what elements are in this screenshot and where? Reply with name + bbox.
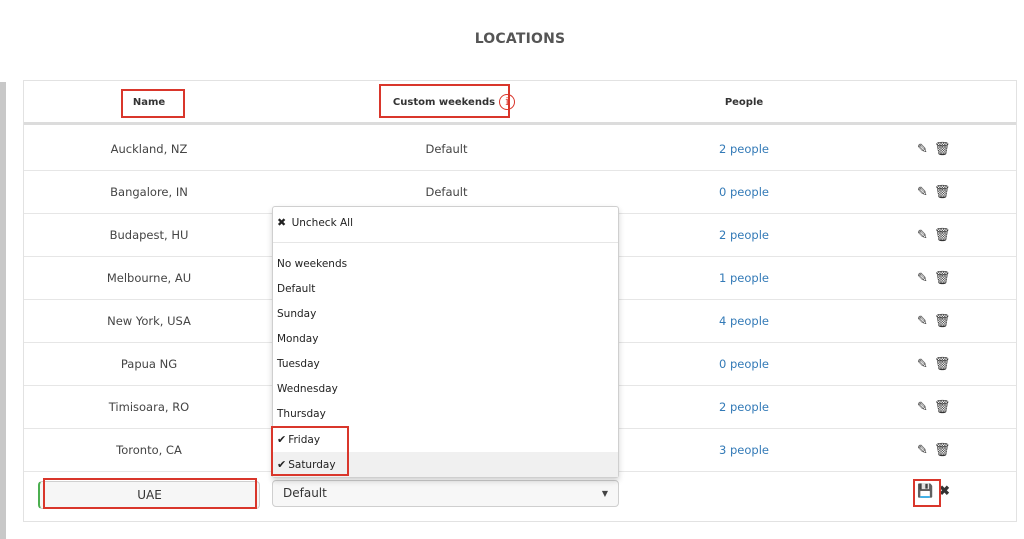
pencil-icon[interactable]: ✎ xyxy=(917,344,928,386)
location-name: Toronto, CA xyxy=(116,443,182,457)
row-actions: ✎ 🗑 xyxy=(917,128,957,170)
dropdown-option-label: Saturday xyxy=(288,459,336,471)
location-name: Auckland, NZ xyxy=(110,142,188,156)
column-header-people[interactable]: People xyxy=(714,81,774,125)
custom-weekends-select[interactable]: Default ▼ xyxy=(272,480,619,507)
people-link[interactable]: 2 people xyxy=(664,128,824,170)
people-link[interactable]: 4 people xyxy=(664,300,824,342)
uncheck-all-label: Uncheck All xyxy=(291,217,353,229)
column-header-name[interactable]: Name xyxy=(124,81,174,125)
dropdown-option-checked[interactable]: ✔ Friday xyxy=(273,427,618,452)
pencil-icon[interactable]: ✎ xyxy=(917,301,928,343)
location-name: New York, USA xyxy=(107,314,191,328)
dropdown-option-label: Friday xyxy=(288,434,321,446)
row-actions: ✎ 🗑 xyxy=(917,257,957,299)
pencil-icon[interactable]: ✎ xyxy=(917,215,928,257)
people-link[interactable]: 2 people xyxy=(664,386,824,428)
dropdown-option[interactable]: Default xyxy=(273,277,618,302)
people-link[interactable]: 3 people xyxy=(664,429,824,471)
trash-icon[interactable]: 🗑 xyxy=(934,258,951,300)
location-name-input[interactable]: UAE xyxy=(38,481,260,509)
people-link[interactable]: 0 people xyxy=(664,343,824,385)
close-icon[interactable]: ✖ xyxy=(939,483,950,499)
row-actions: ✎ 🗑 xyxy=(917,171,957,213)
dropdown-option[interactable]: Thursday xyxy=(273,402,618,427)
trash-icon[interactable]: 🗑 xyxy=(934,387,951,429)
trash-icon[interactable]: 🗑 xyxy=(934,430,951,472)
trash-icon[interactable]: 🗑 xyxy=(934,301,951,343)
dropdown-divider xyxy=(273,242,618,243)
pencil-icon[interactable]: ✎ xyxy=(917,172,928,214)
checkmark-icon: ✔ xyxy=(277,458,287,471)
custom-weekends-select-value: Default xyxy=(283,486,327,500)
pencil-icon[interactable]: ✎ xyxy=(917,129,928,171)
row-actions: ✎ 🗑 xyxy=(917,214,957,256)
dropdown-option[interactable]: No weekends xyxy=(273,252,618,277)
location-name: Papua NG xyxy=(120,357,178,371)
table-row: Auckland, NZ Default 2 people ✎ 🗑 xyxy=(24,128,1016,171)
people-link[interactable]: 2 people xyxy=(664,214,824,256)
column-header-custom-weekends-label: Custom weekends xyxy=(392,97,496,108)
page-title: LOCATIONS xyxy=(474,31,566,47)
trash-icon[interactable]: 🗑 xyxy=(934,129,951,171)
info-icon[interactable]: i xyxy=(499,94,516,110)
location-name: Melbourne, AU xyxy=(106,271,192,285)
trash-icon[interactable]: 🗑 xyxy=(934,172,951,214)
column-header-custom-weekends[interactable]: Custom weekends i xyxy=(384,81,524,125)
row-actions: ✎ 🗑 xyxy=(917,343,957,385)
pencil-icon[interactable]: ✎ xyxy=(917,430,928,472)
dropdown-option-checked[interactable]: ✔ Saturday xyxy=(273,452,618,477)
trash-icon[interactable]: 🗑 xyxy=(934,344,951,386)
dropdown-option[interactable]: Tuesday xyxy=(273,352,618,377)
location-name: Budapest, HU xyxy=(109,228,189,242)
checkmark-icon: ✔ xyxy=(277,433,287,446)
dropdown-option[interactable]: Sunday xyxy=(273,302,618,327)
pencil-icon[interactable]: ✎ xyxy=(917,387,928,429)
people-link[interactable]: 0 people xyxy=(664,171,824,213)
trash-icon[interactable]: 🗑 xyxy=(934,215,951,257)
caret-down-icon: ▼ xyxy=(601,489,608,498)
row-actions: ✎ 🗑 xyxy=(917,429,957,471)
location-name: Bangalore, IN xyxy=(110,185,188,199)
weekends-dropdown-menu: ✖ Uncheck All No weekends Default Sunday… xyxy=(272,206,619,478)
people-link[interactable]: 1 people xyxy=(664,257,824,299)
row-actions: ✎ 🗑 xyxy=(917,386,957,428)
table-header: Name Custom weekends i People xyxy=(24,81,1016,125)
uncheck-all-option[interactable]: ✖ Uncheck All xyxy=(277,215,353,231)
new-location-row: UAE Default ▼ 💾 ✖ xyxy=(24,471,1016,521)
row-actions: ✎ 🗑 xyxy=(917,300,957,342)
left-scroll-edge xyxy=(0,82,6,539)
location-weekends: Default xyxy=(425,142,468,156)
pencil-icon[interactable]: ✎ xyxy=(917,258,928,300)
close-icon: ✖ xyxy=(277,216,287,229)
dropdown-option[interactable]: Monday xyxy=(273,327,618,352)
dropdown-option[interactable]: Wednesday xyxy=(273,377,618,402)
location-name: Timisoara, RO xyxy=(108,400,190,414)
floppy-disk-icon[interactable]: 💾 xyxy=(917,483,933,499)
